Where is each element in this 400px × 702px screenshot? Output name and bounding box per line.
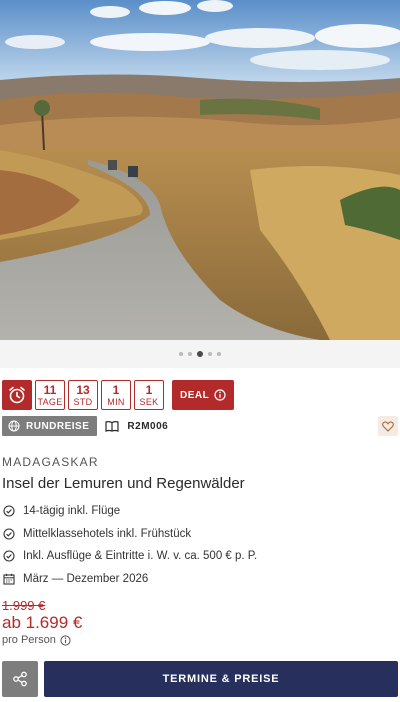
trip-country: MADAGASKAR: [2, 455, 99, 469]
deal-countdown: 11 TAGE 13 STD 1 MIN 1 SEK DEAL: [2, 380, 235, 410]
trip-type-tag: RUNDREISE: [2, 416, 98, 436]
info-icon[interactable]: [60, 634, 71, 646]
catalog-book-icon: [105, 421, 120, 432]
trip-tags: RUNDREISE R2M006: [2, 416, 168, 436]
deal-label: DEAL: [180, 389, 210, 401]
check-circle-icon: [2, 527, 15, 540]
countdown-minutes-label: MIN: [107, 396, 125, 407]
carousel-dot[interactable]: [217, 352, 221, 356]
countdown-minutes-value: 1: [112, 382, 120, 397]
feature-text: Inkl. Ausflüge & Eintritte i. W. v. ca. …: [23, 550, 258, 563]
feature-item: März — Dezember 2026: [2, 568, 257, 591]
feature-text: 14-tägig inkl. Flüge: [23, 505, 121, 518]
trip-code-label: R2M006: [127, 420, 169, 432]
trip-title[interactable]: Insel der Lemuren und Regenwälder: [2, 475, 245, 492]
hero-image[interactable]: [0, 0, 400, 340]
countdown-hours: 13 STD: [68, 380, 98, 410]
current-price: ab 1.699 €: [2, 613, 83, 632]
dates-and-prices-button[interactable]: TERMINE & PREISE: [44, 661, 398, 697]
feature-item: 14-tägig inkl. Flüge: [2, 500, 257, 523]
price-per-person: pro Person: [2, 634, 71, 646]
trip-type-label: RUNDREISE: [26, 420, 90, 432]
countdown-minutes: 1 MIN: [101, 380, 131, 410]
countdown-seconds: 1 SEK: [134, 380, 164, 410]
globe-icon: [8, 420, 20, 432]
carousel-dot[interactable]: [188, 352, 192, 356]
check-circle-icon: [2, 505, 15, 518]
carousel-indicators[interactable]: [0, 340, 400, 368]
trip-code: R2M006: [105, 420, 168, 432]
travel-period-text: März — Dezember 2026: [23, 572, 149, 585]
calendar-icon: [2, 572, 15, 585]
countdown-seconds-value: 1: [145, 382, 153, 397]
countdown-days-value: 11: [43, 382, 57, 397]
carousel-dot[interactable]: [208, 352, 212, 356]
feature-item: Mittelklassehotels inkl. Frühstück: [2, 523, 257, 546]
per-person-label: pro Person: [2, 634, 56, 646]
countdown-days-label: TAGE: [37, 396, 63, 407]
share-button[interactable]: [2, 661, 38, 697]
share-icon: [13, 671, 27, 687]
heart-icon: [382, 420, 394, 432]
check-circle-icon: [2, 550, 15, 563]
favorite-button[interactable]: [378, 416, 398, 436]
countdown-hours-label: STD: [73, 396, 93, 407]
trip-features: 14-tägig inkl. Flüge Mittelklassehotels …: [2, 500, 257, 590]
old-price: 1.999 €: [2, 598, 46, 613]
countdown-hours-value: 13: [76, 382, 90, 397]
feature-text: Mittelklassehotels inkl. Frühstück: [23, 527, 192, 540]
countdown-seconds-label: SEK: [139, 396, 159, 407]
info-icon[interactable]: [214, 389, 226, 401]
countdown-days: 11 TAGE: [35, 380, 65, 410]
deal-badge[interactable]: DEAL: [172, 380, 235, 410]
carousel-dot[interactable]: [179, 352, 183, 356]
feature-item: Inkl. Ausflüge & Eintritte i. W. v. ca. …: [2, 545, 257, 568]
carousel-dot-active[interactable]: [197, 351, 203, 357]
alarm-clock-icon: [2, 380, 32, 410]
